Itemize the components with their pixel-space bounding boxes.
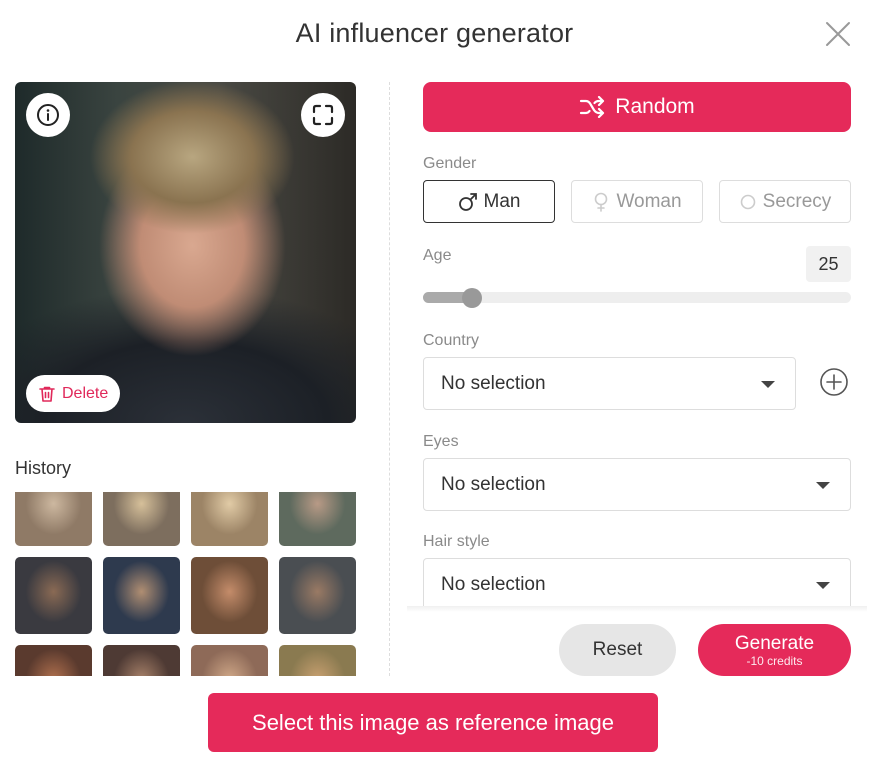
gender-option-woman[interactable]: Woman xyxy=(571,180,703,223)
history-thumbnail[interactable] xyxy=(191,645,268,676)
history-thumbnail[interactable] xyxy=(103,557,180,634)
history-thumbnail[interactable] xyxy=(279,557,356,634)
history-thumbnail[interactable] xyxy=(191,492,268,546)
history-thumbnail[interactable] xyxy=(15,645,92,676)
age-slider-thumb[interactable] xyxy=(462,288,483,308)
add-circle-icon[interactable] xyxy=(819,367,849,397)
country-label: Country xyxy=(423,332,480,349)
country-select[interactable]: No selection xyxy=(423,357,796,410)
hair-style-label: Hair style xyxy=(423,533,490,550)
hair-style-select-value: No selection xyxy=(441,573,546,595)
age-slider-track[interactable] xyxy=(423,292,851,303)
age-value: 25 xyxy=(806,246,851,282)
dialog-title: AI influencer generator xyxy=(295,18,574,48)
gender-option-label: Secrecy xyxy=(762,190,832,212)
age-label: Age xyxy=(423,247,452,264)
history-label: History xyxy=(15,458,72,478)
history-thumbnail[interactable] xyxy=(15,492,92,546)
generate-button[interactable]: Generate -10 credits xyxy=(698,624,851,676)
delete-button[interactable]: Delete xyxy=(26,375,121,412)
generate-cost: -10 credits xyxy=(746,653,803,668)
chevron-down-icon xyxy=(761,381,775,388)
fullscreen-icon xyxy=(312,104,334,126)
info-icon xyxy=(37,104,59,126)
preview-image xyxy=(15,82,356,423)
gender-label: Gender xyxy=(423,155,477,172)
scroll-fade xyxy=(407,606,867,612)
generate-label: Generate xyxy=(734,632,815,654)
column-divider xyxy=(389,82,390,676)
circle-icon xyxy=(740,194,755,209)
trash-icon xyxy=(39,386,55,402)
male-symbol-icon xyxy=(458,192,477,211)
history-thumbnail[interactable] xyxy=(279,492,356,546)
history-grid xyxy=(15,492,356,676)
country-select-value: No selection xyxy=(441,372,546,394)
shuffle-icon xyxy=(580,96,605,118)
reset-button[interactable]: Reset xyxy=(559,624,676,676)
close-icon[interactable] xyxy=(824,20,852,48)
history-thumbnail[interactable] xyxy=(103,492,180,546)
gender-option-secrecy[interactable]: Secrecy xyxy=(719,180,851,223)
gender-option-label: Woman xyxy=(616,190,682,212)
random-button[interactable]: Random xyxy=(423,82,851,132)
hair-style-select[interactable]: No selection xyxy=(423,558,851,611)
random-label: Random xyxy=(615,95,695,118)
gender-option-label: Man xyxy=(483,190,521,212)
eyes-label: Eyes xyxy=(423,433,459,450)
delete-label: Delete xyxy=(62,384,109,402)
history-thumbnail[interactable] xyxy=(15,557,92,634)
history-thumbnail[interactable] xyxy=(191,557,268,634)
fullscreen-button[interactable] xyxy=(301,93,345,137)
chevron-down-icon xyxy=(816,482,830,489)
eyes-select[interactable]: No selection xyxy=(423,458,851,511)
gender-option-man[interactable]: Man xyxy=(423,180,555,223)
chevron-down-icon xyxy=(816,582,830,589)
info-button[interactable] xyxy=(26,93,70,137)
female-symbol-icon xyxy=(595,192,608,212)
history-thumbnail[interactable] xyxy=(279,645,356,676)
history-thumbnail[interactable] xyxy=(103,645,180,676)
eyes-select-value: No selection xyxy=(441,473,546,495)
select-reference-image-button[interactable]: Select this image as reference image xyxy=(208,693,658,752)
